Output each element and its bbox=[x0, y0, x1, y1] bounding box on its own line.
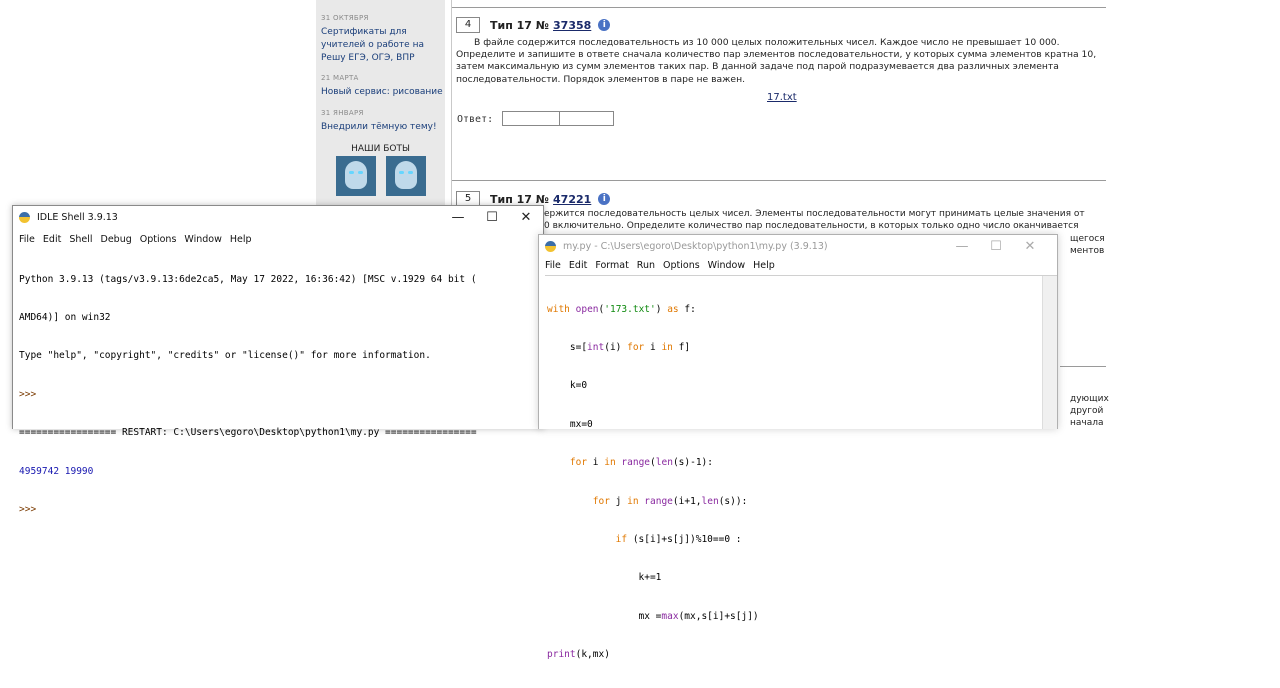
code-line: k+=1 bbox=[547, 572, 662, 584]
menu-file[interactable]: File bbox=[545, 260, 561, 271]
code-line: print(k,mx) bbox=[547, 649, 610, 661]
menu-shell[interactable]: Shell bbox=[69, 234, 92, 245]
task-text-fragment: щегося bbox=[1070, 234, 1105, 244]
news-date: 31 октября bbox=[321, 14, 369, 22]
menu-edit[interactable]: Edit bbox=[43, 234, 61, 245]
close-button[interactable]: ✕ bbox=[1013, 235, 1047, 259]
editor-window[interactable]: my.py - C:\Users\egoro\Desktop\python1\m… bbox=[538, 234, 1058, 660]
maximize-button[interactable]: ☐ bbox=[979, 235, 1013, 259]
program-output: 4959742 19990 bbox=[19, 465, 94, 477]
news-link[interactable]: Сертификаты для учителей о работе на Реш… bbox=[321, 26, 443, 65]
divider bbox=[452, 180, 1106, 181]
menu-bar: File Edit Shell Debug Options Window Hel… bbox=[13, 231, 543, 248]
divider bbox=[1060, 366, 1106, 367]
minimize-button[interactable]: — bbox=[945, 235, 979, 259]
menu-edit[interactable]: Edit bbox=[569, 260, 587, 271]
menu-window[interactable]: Window bbox=[708, 260, 745, 271]
news-date: 31 января bbox=[321, 109, 364, 117]
python-icon bbox=[19, 212, 30, 223]
code-line: mx=0 bbox=[547, 418, 593, 430]
divider bbox=[452, 7, 1106, 8]
answer-input[interactable] bbox=[502, 111, 614, 126]
task-text-fragment: 0 включительно. Определите количество па… bbox=[544, 221, 1079, 231]
menu-file[interactable]: File bbox=[19, 234, 35, 245]
bot-avatar-icon[interactable] bbox=[336, 156, 376, 196]
shell-line: ================= RESTART: C:\Users\egor… bbox=[19, 427, 477, 439]
shell-line: Python 3.9.13 (tags/v3.9.13:6de2ca5, May… bbox=[19, 273, 477, 285]
shell-line: AMD64)] on win32 bbox=[19, 311, 111, 323]
task-text-fragment: ержится последовательность целых чисел. … bbox=[544, 209, 1085, 219]
title-bar[interactable]: my.py - C:\Users\egoro\Desktop\python1\m… bbox=[539, 235, 1057, 259]
menu-options[interactable]: Options bbox=[140, 234, 177, 245]
news-item[interactable]: 21 марта Новый сервис: рисование bbox=[321, 74, 443, 99]
menu-run[interactable]: Run bbox=[637, 260, 655, 271]
task-statement: В файле содержится последовательность из… bbox=[456, 37, 1097, 85]
task-type: Тип 17 № bbox=[490, 192, 550, 206]
shell-line: Type "help", "copyright", "credits" or "… bbox=[19, 350, 431, 362]
file-download-link[interactable]: 17.txt bbox=[767, 92, 797, 103]
news-link[interactable]: Внедрили тёмную тему! bbox=[321, 121, 443, 134]
code-editor[interactable]: with open('173.txt') as f: s=[int(i) for… bbox=[545, 275, 1057, 660]
minimize-button[interactable]: — bbox=[441, 206, 475, 230]
answer-label: Ответ: bbox=[457, 114, 494, 125]
maximize-button[interactable]: ☐ bbox=[475, 206, 509, 230]
task-number: 4 bbox=[456, 17, 480, 33]
info-icon[interactable]: i bbox=[598, 19, 611, 31]
news-date: 21 марта bbox=[321, 74, 359, 82]
close-button[interactable]: ✕ bbox=[509, 206, 543, 230]
code-line: for j in range(i+1,len(s)): bbox=[592, 495, 748, 507]
title-bar[interactable]: IDLE Shell 3.9.13 — ☐ ✕ bbox=[13, 206, 543, 230]
task-id-link[interactable]: 37358 bbox=[553, 19, 591, 32]
menu-window[interactable]: Window bbox=[184, 234, 221, 245]
task-text-fragment: начала bbox=[1070, 418, 1104, 428]
shell-prompt: >>> bbox=[19, 388, 42, 400]
news-item[interactable]: 31 октября Сертификаты для учителей о ра… bbox=[321, 14, 443, 65]
news-item[interactable]: 31 января Внедрили тёмную тему! bbox=[321, 109, 443, 134]
code-line: for i in range(len(s)-1): bbox=[569, 457, 713, 469]
task-text-fragment: дующих bbox=[1070, 394, 1109, 404]
task-type: Тип 17 № bbox=[490, 18, 550, 32]
menu-help[interactable]: Help bbox=[753, 260, 775, 271]
shell-output[interactable]: Python 3.9.13 (tags/v3.9.13:6de2ca5, May… bbox=[19, 248, 477, 542]
task-header: 4 Тип 17 № 37358 i bbox=[456, 17, 611, 33]
menu-options[interactable]: Options bbox=[663, 260, 700, 271]
window-title: IDLE Shell 3.9.13 bbox=[37, 212, 118, 223]
task-text-fragment: другой bbox=[1070, 406, 1104, 416]
window-title: my.py - C:\Users\egoro\Desktop\python1\m… bbox=[563, 241, 828, 252]
menu-format[interactable]: Format bbox=[595, 260, 628, 271]
code-line: with open('173.txt') as f: bbox=[547, 303, 696, 315]
bots-title: НАШИ БОТЫ bbox=[351, 144, 410, 154]
menu-help[interactable]: Help bbox=[230, 234, 252, 245]
code-line: k=0 bbox=[547, 380, 588, 392]
code-lines: with open('173.txt') as f: s=[int(i) for… bbox=[547, 278, 759, 688]
python-icon bbox=[545, 241, 556, 252]
code-line: if (s[i]+s[j])%10==0 : bbox=[615, 533, 742, 545]
bot-avatar-icon[interactable] bbox=[386, 156, 426, 196]
idle-shell-window[interactable]: IDLE Shell 3.9.13 — ☐ ✕ File Edit Shell … bbox=[12, 205, 544, 515]
news-link[interactable]: Новый сервис: рисование bbox=[321, 86, 443, 99]
info-icon[interactable]: i bbox=[598, 193, 611, 205]
code-line: mx =max(mx,s[i]+s[j]) bbox=[547, 610, 759, 622]
shell-prompt: >>> bbox=[19, 503, 42, 515]
vertical-scrollbar[interactable] bbox=[1042, 276, 1057, 429]
menu-debug[interactable]: Debug bbox=[101, 234, 132, 245]
menu-bar: File Edit Format Run Options Window Help bbox=[539, 257, 1057, 274]
code-line: s=[int(i) for i in f] bbox=[547, 341, 691, 353]
task-id-link[interactable]: 47221 bbox=[553, 193, 591, 206]
task-text-fragment: ментов bbox=[1070, 246, 1105, 256]
